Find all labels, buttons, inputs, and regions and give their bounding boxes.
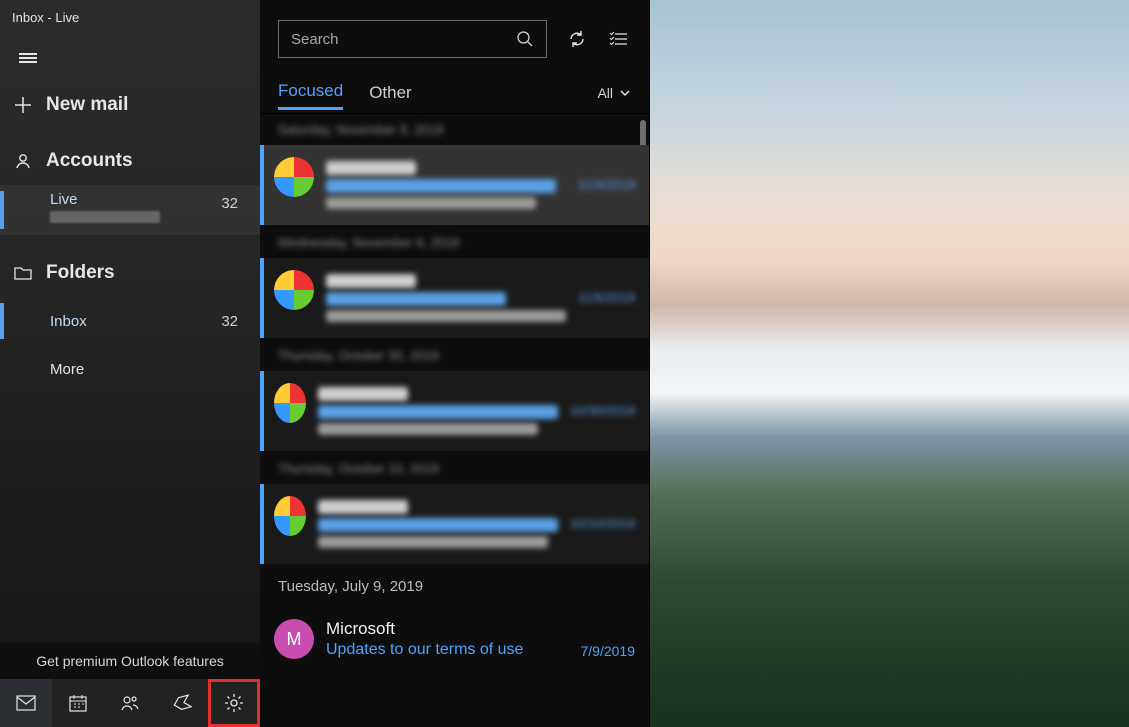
message-item[interactable]: 10/10/2019 [260, 484, 649, 564]
selection-mode-button[interactable] [607, 27, 631, 51]
message-item[interactable]: 11/6/2019 [260, 258, 649, 338]
reading-pane-background [650, 0, 1129, 727]
folders-header[interactable]: Folders [0, 249, 260, 297]
message-subject: Updates to our terms of use [326, 641, 569, 659]
avatar-icon [274, 383, 306, 423]
gear-icon [224, 693, 244, 713]
avatar-icon [274, 270, 314, 310]
tag-icon [172, 694, 192, 712]
todo-app-button[interactable] [156, 679, 208, 727]
date-header-blurred: Wednesday, November 6, 2019 [260, 227, 649, 258]
message-item[interactable]: 10/30/2019 [260, 371, 649, 451]
accounts-header[interactable]: Accounts [0, 137, 260, 185]
message-item[interactable]: 11/9/2019 [260, 145, 649, 225]
message-sender: Microsoft [326, 619, 569, 639]
message-list-pane: Focused Other All Saturday, November 9, … [260, 0, 650, 727]
mail-app-button[interactable] [0, 679, 52, 727]
multiselect-icon [609, 31, 629, 47]
mail-icon [16, 695, 36, 711]
settings-button[interactable] [208, 679, 260, 727]
search-box[interactable] [278, 20, 547, 58]
new-mail-button[interactable]: New mail [0, 81, 260, 129]
message-item[interactable]: M Microsoft Updates to our terms of use … [260, 607, 649, 671]
avatar-icon [274, 496, 306, 536]
date-header-blurred: Thursday, October 10, 2019 [260, 453, 649, 484]
filter-dropdown[interactable]: All [597, 85, 631, 101]
hamburger-menu[interactable] [5, 35, 51, 81]
date-header-blurred: Thursday, October 30, 2019 [260, 340, 649, 371]
premium-banner[interactable]: Get premium Outlook features [0, 643, 260, 679]
avatar-icon [274, 157, 314, 197]
date-header: Tuesday, July 9, 2019 [260, 566, 649, 607]
tab-focused[interactable]: Focused [278, 75, 343, 110]
message-date: 7/9/2019 [581, 643, 636, 659]
person-icon [14, 152, 46, 170]
sidebar: Inbox - Live New mail Accounts Live 32 F… [0, 0, 260, 727]
calendar-app-button[interactable] [52, 679, 104, 727]
people-app-button[interactable] [104, 679, 156, 727]
folder-item-more[interactable]: More [0, 345, 260, 393]
window-title: Inbox - Live [0, 0, 260, 35]
plus-icon [14, 96, 46, 114]
sidebar-bottom-bar [0, 679, 260, 727]
folder-item-inbox[interactable]: Inbox 32 [0, 297, 260, 345]
sync-button[interactable] [565, 27, 589, 51]
calendar-icon [69, 694, 87, 712]
tab-other[interactable]: Other [369, 77, 412, 109]
folder-icon [14, 265, 46, 281]
search-icon [516, 30, 534, 48]
chevron-down-icon [619, 87, 631, 99]
refresh-icon [567, 29, 587, 49]
search-input[interactable] [291, 31, 516, 48]
date-header-blurred: Saturday, November 9, 2019 [260, 114, 649, 145]
account-name: Live [50, 191, 160, 208]
account-count: 32 [221, 195, 238, 212]
people-icon [120, 694, 140, 712]
account-item-live[interactable]: Live 32 [0, 185, 260, 235]
message-list[interactable]: Saturday, November 9, 2019 11/9/2019 Wed… [260, 114, 649, 727]
account-email-redacted [50, 211, 160, 223]
avatar-icon: M [274, 619, 314, 659]
